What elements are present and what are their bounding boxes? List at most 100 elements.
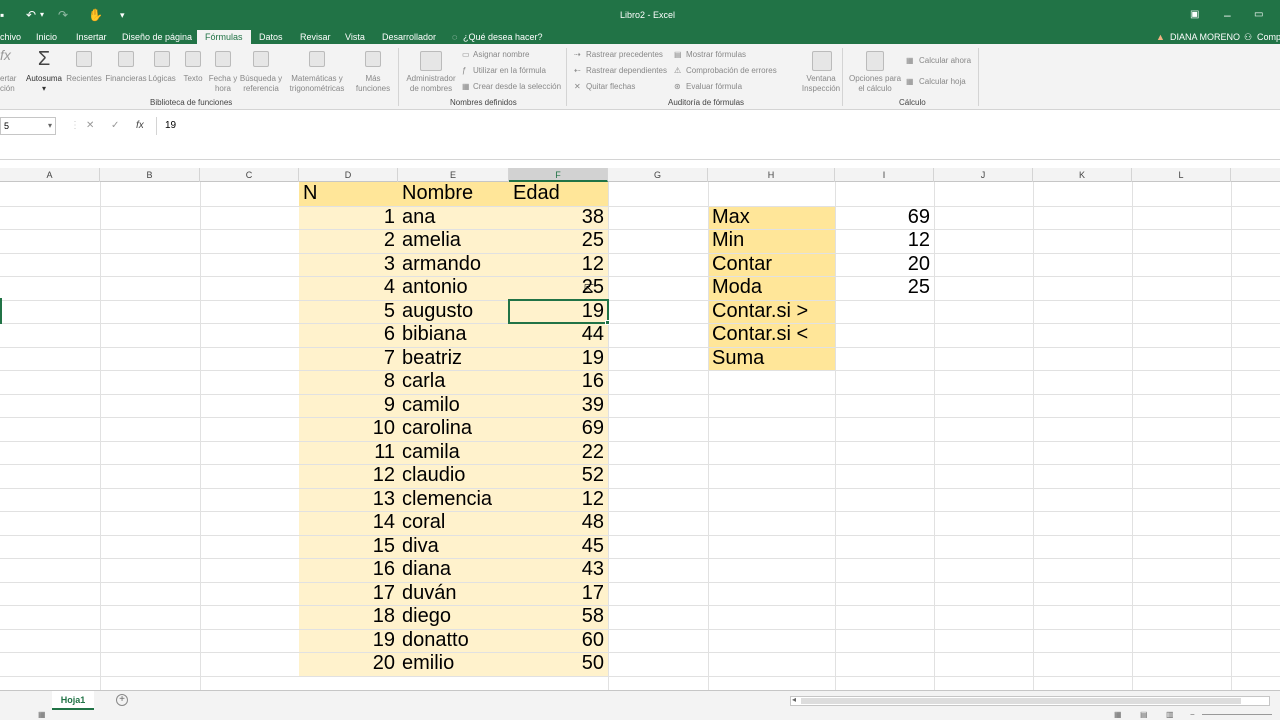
header-n[interactable]: N — [303, 182, 317, 206]
cell-edad[interactable]: 45 — [509, 535, 604, 559]
define-name-button[interactable]: Asignar nombre — [473, 50, 529, 60]
column-header-m[interactable] — [1231, 168, 1280, 182]
cell-nombre[interactable]: carla — [402, 370, 445, 394]
column-header-k[interactable]: K — [1033, 168, 1132, 182]
tab-desarrollador[interactable]: Desarrollador — [382, 30, 436, 44]
cell-edad[interactable]: 17 — [509, 582, 604, 606]
column-header-d[interactable]: D — [299, 168, 398, 182]
cell-n[interactable]: 12 — [299, 464, 395, 488]
scroll-left-icon[interactable]: ◂ — [792, 695, 796, 704]
page-layout-view-icon[interactable]: ▤ — [1140, 710, 1148, 720]
insert-function-fx-icon[interactable]: fx — [136, 117, 144, 135]
minimize-button[interactable]: – — [1224, 0, 1231, 30]
name-manager-button[interactable]: Administrador de nombres — [400, 74, 462, 94]
tab-revisar[interactable]: Revisar — [300, 30, 331, 44]
stat-label[interactable]: Max — [712, 206, 750, 230]
cell-edad[interactable]: 69 — [509, 417, 604, 441]
user-name[interactable]: DIANA MORENO — [1170, 30, 1240, 44]
header-edad[interactable]: Edad — [513, 182, 560, 206]
cell-n[interactable]: 1 — [299, 206, 395, 230]
tab-inicio[interactable]: Inicio — [36, 30, 57, 44]
cell-edad[interactable]: 39 — [509, 394, 604, 418]
undo-dropdown-icon[interactable]: ▾ — [40, 0, 44, 30]
cell-nombre[interactable]: coral — [402, 511, 445, 535]
cell-edad[interactable]: 43 — [509, 558, 604, 582]
cell-n[interactable]: 9 — [299, 394, 395, 418]
cell-n[interactable]: 15 — [299, 535, 395, 559]
ribbon-display-icon[interactable]: ▣ — [1190, 0, 1199, 30]
create-from-selection-button[interactable]: Crear desde la selección — [473, 82, 561, 92]
trace-dependents-button[interactable]: Rastrear dependientes — [586, 66, 667, 76]
tell-me-input[interactable]: ¿Qué desea hacer? — [463, 30, 543, 44]
remove-arrows-button[interactable]: Quitar flechas — [586, 82, 635, 92]
cell-nombre[interactable]: diva — [402, 535, 439, 559]
horizontal-scrollbar[interactable]: ◂ — [790, 695, 1270, 706]
add-sheet-button[interactable]: + — [116, 694, 128, 706]
column-header-c[interactable]: C — [200, 168, 299, 182]
cell-edad[interactable]: 12 — [509, 253, 604, 277]
date-time-button[interactable]: Fecha y hora — [206, 74, 240, 94]
customize-qat-icon[interactable]: ▾ — [120, 0, 125, 30]
zoom-slider[interactable] — [1202, 714, 1272, 715]
recent-functions-button[interactable]: Recientes — [64, 74, 104, 84]
stat-value[interactable]: 20 — [835, 253, 930, 277]
cell-nombre[interactable]: amelia — [402, 229, 461, 253]
cell-edad[interactable]: 22 — [509, 441, 604, 465]
column-header-e[interactable]: E — [398, 168, 509, 182]
page-break-view-icon[interactable]: ▥ — [1166, 710, 1174, 720]
tab-formulas[interactable]: Fórmulas — [197, 30, 251, 44]
cell-n[interactable]: 11 — [299, 441, 395, 465]
column-header-h[interactable]: H — [708, 168, 835, 182]
insert-function-label[interactable]: ertar ción — [0, 74, 18, 94]
stat-label[interactable]: Contar.si > — [712, 300, 808, 324]
cell-edad[interactable]: 25 — [509, 229, 604, 253]
cell-nombre[interactable]: claudio — [402, 464, 465, 488]
cell-n[interactable]: 10 — [299, 417, 395, 441]
cell-n[interactable]: 5 — [299, 300, 395, 324]
active-cell-selection[interactable] — [508, 298, 609, 324]
cell-nombre[interactable]: ana — [402, 206, 435, 230]
header-nombre[interactable]: Nombre — [402, 182, 473, 206]
cell-nombre[interactable]: antonio — [402, 276, 468, 300]
cancel-icon[interactable]: ✕ — [86, 117, 94, 135]
column-header-i[interactable]: I — [835, 168, 934, 182]
stat-label[interactable]: Moda — [712, 276, 762, 300]
cell-nombre[interactable]: duván — [402, 582, 457, 606]
insert-function-icon[interactable]: fx — [0, 48, 11, 62]
enter-icon[interactable]: ✓ — [111, 117, 119, 135]
macro-record-icon[interactable]: ▦ — [38, 710, 46, 720]
cell-n[interactable]: 4 — [299, 276, 395, 300]
cell-nombre[interactable]: carolina — [402, 417, 472, 441]
cell-edad[interactable]: 19 — [509, 347, 604, 371]
cell-n[interactable]: 19 — [299, 629, 395, 653]
cell-n[interactable]: 7 — [299, 347, 395, 371]
evaluate-formula-button[interactable]: Evaluar fórmula — [686, 82, 742, 92]
cell-n[interactable]: 14 — [299, 511, 395, 535]
lookup-button[interactable]: Búsqueda y referencia — [238, 74, 284, 94]
cell-n[interactable]: 3 — [299, 253, 395, 277]
restore-button[interactable]: ▭ — [1254, 0, 1263, 30]
redo-icon[interactable]: ↷ — [58, 0, 68, 30]
cell-n[interactable]: 16 — [299, 558, 395, 582]
worksheet-grid[interactable]: N Nombre Edad 1 ana 38 2 amelia 25 3 armando 12 4… — [0, 182, 1280, 690]
logical-button[interactable]: Lógicas — [146, 74, 178, 84]
cell-nombre[interactable]: armando — [402, 253, 481, 277]
horizontal-scroll-thumb[interactable] — [801, 698, 1241, 704]
save-icon[interactable]: ▪ — [0, 0, 8, 30]
undo-icon[interactable]: ↶ — [26, 0, 36, 30]
cell-edad[interactable]: 58 — [509, 605, 604, 629]
cell-n[interactable]: 20 — [299, 652, 395, 676]
cell-n[interactable]: 2 — [299, 229, 395, 253]
more-functions-button[interactable]: Más funciones — [350, 74, 396, 94]
column-header-a[interactable]: A — [0, 168, 100, 182]
cell-nombre[interactable]: donatto — [402, 629, 469, 653]
stat-label[interactable]: Min — [712, 229, 744, 253]
cell-edad[interactable]: 60 — [509, 629, 604, 653]
column-header-g[interactable]: G — [608, 168, 708, 182]
cell-nombre[interactable]: camilo — [402, 394, 460, 418]
fill-handle[interactable] — [605, 320, 610, 325]
math-button[interactable]: Matemáticas y trigonométricas — [284, 74, 350, 94]
cell-edad[interactable]: 48 — [509, 511, 604, 535]
tab-insertar[interactable]: Insertar — [76, 30, 107, 44]
watch-window-button[interactable]: Ventana Inspección — [796, 74, 846, 94]
